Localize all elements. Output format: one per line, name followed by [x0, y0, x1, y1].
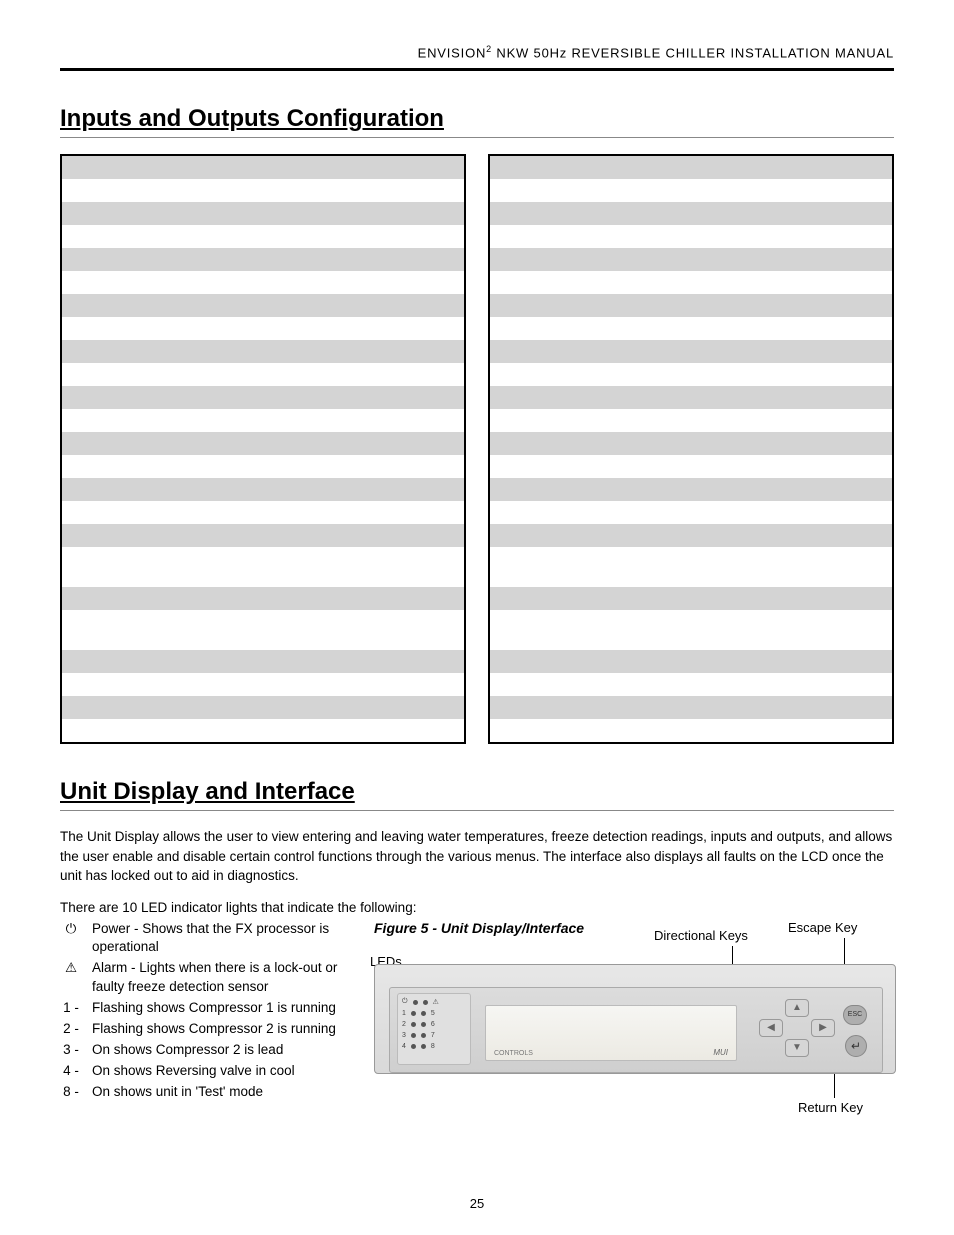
led-list-key: 2 - [60, 1020, 82, 1039]
arrow-down-button[interactable]: ▼ [785, 1039, 809, 1057]
led-list-text: Flashing shows Compressor 1 is running [92, 999, 336, 1018]
unit-display-paragraph-1: The Unit Display allows the user to view… [60, 827, 894, 886]
device-led-row: ⏻⚠ [402, 997, 466, 1008]
escape-button[interactable]: ESC [843, 1005, 867, 1025]
lcd-brand-left: CONTROLS [494, 1050, 533, 1057]
led-indicator-list: ⏻ Power - Shows that the FX processor is … [60, 920, 356, 1104]
led-list-key: 4 - [60, 1062, 82, 1081]
led-list-item: 3 - On shows Compressor 2 is lead [60, 1041, 356, 1060]
led-list-item: 8 - On shows unit in 'Test' mode [60, 1083, 356, 1102]
page-number: 25 [0, 1196, 954, 1211]
led-list-key: 8 - [60, 1083, 82, 1102]
device-led-row: 15 [402, 1008, 466, 1019]
led-list-key: 1 - [60, 999, 82, 1018]
arrow-left-button[interactable]: ◀ [759, 1019, 783, 1037]
return-button[interactable]: ↵ [845, 1035, 867, 1057]
section-title-io-config: Inputs and Outputs Configuration [60, 105, 894, 138]
led-list-text: Flashing shows Compressor 2 is running [92, 1020, 336, 1039]
label-escape-key: Escape Key [788, 920, 857, 935]
label-directional-keys: Directional Keys [654, 928, 748, 943]
device-keypad: ▲ ▼ ◀ ▶ ESC ↵ [753, 999, 873, 1063]
header-suffix: NKW 50Hz REVERSIBLE CHILLER INSTALLATION… [492, 45, 894, 60]
led-list-item: 4 - On shows Reversing valve in cool [60, 1062, 356, 1081]
led-list-text: Alarm - Lights when there is a lock-out … [92, 959, 356, 997]
led-list-text: On shows unit in 'Test' mode [92, 1083, 263, 1102]
inputs-table [60, 154, 466, 744]
arrow-right-button[interactable]: ▶ [811, 1019, 835, 1037]
figure-5-container: Figure 5 - Unit Display/Interface LEDs D… [374, 920, 894, 1104]
device-led-block: ⏻⚠15263748 [397, 993, 471, 1065]
device-led-row: 26 [402, 1019, 466, 1030]
device-lcd: CONTROLS MUI [485, 1005, 737, 1061]
device-diagram: ⏻⚠15263748 CONTROLS MUI ▲ ▼ ◀ ▶ ESC ↵ [374, 954, 894, 1094]
led-list-text: Power - Shows that the FX processor is o… [92, 920, 356, 958]
outputs-table [488, 154, 894, 744]
device-led-row: 48 [402, 1041, 466, 1052]
led-list-item: 1 - Flashing shows Compressor 1 is runnin… [60, 999, 356, 1018]
section-title-unit-display: Unit Display and Interface [60, 778, 894, 811]
config-tables-row [60, 154, 894, 744]
led-list-text: On shows Reversing valve in cool [92, 1062, 295, 1081]
led-list-item: ⚠ Alarm - Lights when there is a lock-out… [60, 959, 356, 997]
label-return-key: Return Key [798, 1100, 863, 1115]
header-prefix: ENVISION [418, 45, 487, 60]
lcd-brand-right: MUI [713, 1048, 728, 1057]
led-list-key: ⏻ [60, 920, 82, 958]
unit-display-paragraph-2: There are 10 LED indicator lights that i… [60, 898, 894, 918]
led-list-item: ⏻ Power - Shows that the FX processor is … [60, 920, 356, 958]
led-list-key: 3 - [60, 1041, 82, 1060]
led-list-text: On shows Compressor 2 is lead [92, 1041, 283, 1060]
led-list-item: 2 - Flashing shows Compressor 2 is runnin… [60, 1020, 356, 1039]
page-header: ENVISION2 NKW 50Hz REVERSIBLE CHILLER IN… [60, 44, 894, 71]
arrow-up-button[interactable]: ▲ [785, 999, 809, 1017]
device-led-row: 37 [402, 1030, 466, 1041]
led-list-key: ⚠ [60, 959, 82, 997]
